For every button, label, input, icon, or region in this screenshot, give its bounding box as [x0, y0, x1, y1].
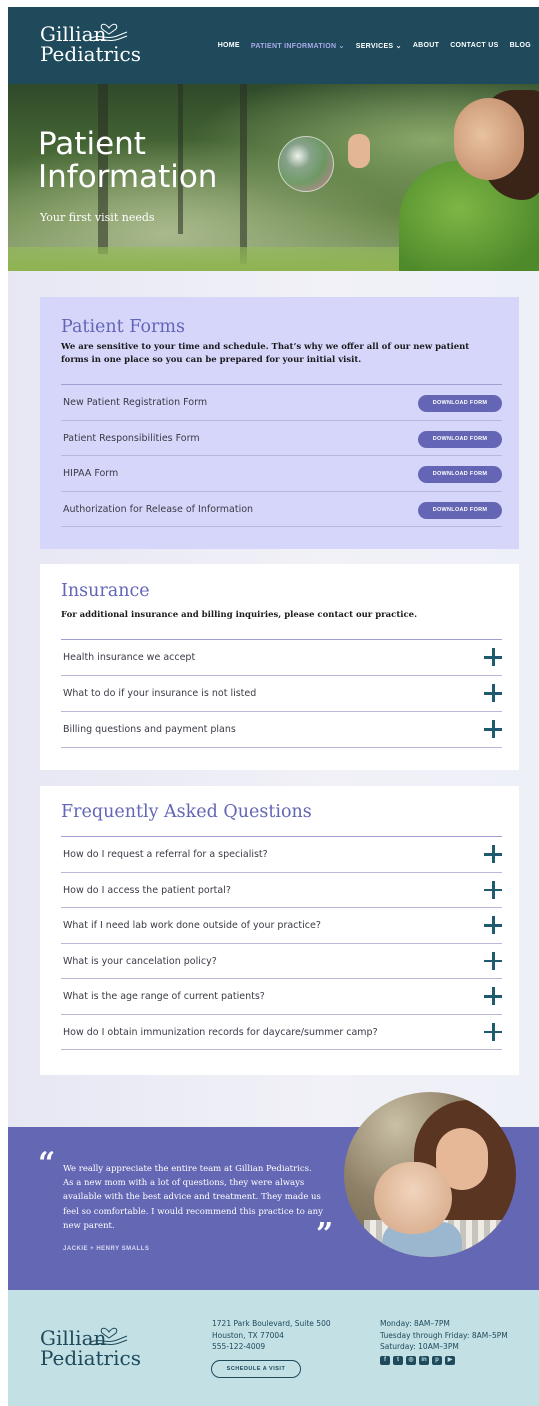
- insurance-accordion: Health insurance we accept What to do if…: [61, 639, 502, 748]
- download-form-button[interactable]: DOWNLOAD FORM: [418, 430, 502, 448]
- hours-line2: Tuesday through Friday: 8AM–5PM: [380, 1330, 508, 1340]
- heart-hand-icon: [90, 23, 128, 42]
- address-line1: 1721 Park Boulevard, Suite 500: [212, 1319, 331, 1328]
- instagram-icon[interactable]: ◎: [406, 1356, 416, 1365]
- nav-about[interactable]: ABOUT: [413, 42, 439, 50]
- testimonial-photo: [344, 1092, 516, 1257]
- page-subtitle: Your first visit needs: [40, 211, 155, 224]
- hero-photo-tree: [240, 84, 247, 264]
- close-quote-icon: ”: [316, 1217, 334, 1252]
- site-logo[interactable]: Gillian Pediatrics: [40, 23, 141, 66]
- accordion-label: How do I obtain immunization records for…: [63, 1026, 378, 1038]
- schedule-visit-button[interactable]: SCHEDULE A VISIT: [211, 1360, 301, 1378]
- page-title-line1: Patient: [38, 126, 146, 162]
- expand-plus-icon[interactable]: [484, 916, 502, 934]
- nav-blog[interactable]: BLOG: [510, 42, 531, 50]
- faq-section: Frequently Asked Questions How do I requ…: [40, 786, 519, 1075]
- hero-photo-face: [454, 98, 524, 180]
- nav-contact-us[interactable]: CONTACT US: [450, 42, 498, 50]
- accordion-label: What is your cancelation policy?: [63, 955, 217, 967]
- accordion-label: What is the age range of current patient…: [63, 991, 265, 1002]
- form-name: HIPAA Form: [63, 468, 119, 479]
- facebook-icon[interactable]: f: [380, 1356, 390, 1365]
- form-name: Patient Responsibilities Form: [63, 432, 200, 444]
- faq-accordion: How do I request a referral for a specia…: [61, 836, 502, 1050]
- accordion-label: Billing questions and payment plans: [63, 724, 236, 735]
- logo-line2: Pediatrics: [40, 42, 141, 66]
- testimonial-author: JACKIE + HENRY SMALLS: [63, 1246, 150, 1252]
- form-row: HIPAA Form DOWNLOAD FORM: [61, 456, 502, 492]
- download-form-button[interactable]: DOWNLOAD FORM: [418, 395, 502, 412]
- twitter-icon[interactable]: t: [393, 1356, 403, 1365]
- expand-plus-icon[interactable]: [484, 845, 502, 863]
- testimonial-quote: We really appreciate the entire team at …: [63, 1164, 323, 1231]
- phone-number[interactable]: 555-122-4009: [212, 1341, 331, 1353]
- expand-plus-icon[interactable]: [484, 684, 502, 702]
- expand-plus-icon[interactable]: [484, 648, 502, 666]
- photo-baby: [374, 1162, 452, 1234]
- social-links: f t ◎ in p ▶: [380, 1356, 455, 1365]
- form-row: New Patient Registration Form DOWNLOAD F…: [61, 385, 502, 421]
- accordion-item[interactable]: Billing questions and payment plans: [61, 712, 502, 748]
- expand-plus-icon[interactable]: [484, 951, 502, 970]
- nav-home[interactable]: HOME: [218, 42, 240, 50]
- nav-patient-information[interactable]: PATIENT INFORMATION ⌄: [251, 42, 345, 50]
- nav-services[interactable]: SERVICES ⌄: [356, 42, 402, 50]
- section-intro: For additional insurance and billing inq…: [61, 610, 418, 620]
- soap-bubble: [278, 136, 334, 192]
- form-row: Authorization for Release of Information…: [61, 492, 502, 527]
- heart-hand-icon: [90, 1327, 128, 1346]
- section-title: Patient Forms: [61, 317, 185, 337]
- accordion-item[interactable]: What is your cancelation policy?: [61, 944, 502, 979]
- hero-photo-hand: [348, 134, 370, 168]
- download-form-button[interactable]: DOWNLOAD FORM: [418, 466, 502, 483]
- footer-logo[interactable]: Gillian Pediatrics: [40, 1327, 141, 1370]
- open-quote-icon: “: [38, 1146, 56, 1181]
- hero-banner: Patient Information Your first visit nee…: [8, 84, 539, 271]
- hours-line1: Monday: 8AM–7PM: [380, 1319, 450, 1328]
- accordion-item[interactable]: How do I request a referral for a specia…: [61, 837, 502, 873]
- form-row: Patient Responsibilities Form DOWNLOAD F…: [61, 421, 502, 456]
- expand-plus-icon[interactable]: [484, 987, 502, 1005]
- accordion-item[interactable]: What is the age range of current patient…: [61, 979, 502, 1015]
- form-name: New Patient Registration Form: [63, 397, 208, 408]
- accordion-label: What to do if your insurance is not list…: [63, 688, 257, 699]
- section-intro: We are sensitive to your time and schedu…: [61, 342, 470, 365]
- accordion-label: Health insurance we accept: [63, 652, 196, 663]
- hours-line3: Saturday: 10AM–3PM: [380, 1342, 459, 1351]
- page-title: Patient Information: [38, 128, 217, 194]
- site-header: Gillian Pediatrics HOME PATIENT INFORMAT…: [8, 7, 539, 84]
- accordion-item[interactable]: How do I obtain immunization records for…: [61, 1015, 502, 1050]
- accordion-label: What if I need lab work done outside of …: [63, 920, 321, 931]
- logo-line2: Pediatrics: [40, 1346, 141, 1370]
- accordion-item[interactable]: Health insurance we accept: [61, 640, 502, 676]
- page: Gillian Pediatrics HOME PATIENT INFORMAT…: [8, 7, 539, 1406]
- patient-forms-section: Patient Forms We are sensitive to your t…: [40, 297, 519, 549]
- section-title: Frequently Asked Questions: [61, 802, 312, 822]
- main-nav: HOME PATIENT INFORMATION ⌄ SERVICES ⌄ AB…: [218, 42, 531, 50]
- accordion-label: How do I access the patient portal?: [63, 884, 231, 896]
- linkedin-icon[interactable]: in: [419, 1356, 429, 1365]
- expand-plus-icon[interactable]: [484, 1022, 502, 1041]
- accordion-item[interactable]: What to do if your insurance is not list…: [61, 676, 502, 712]
- site-footer: Gillian Pediatrics 1721 Park Boulevard, …: [8, 1290, 539, 1406]
- accordion-label: How do I request a referral for a specia…: [63, 849, 268, 860]
- footer-hours: Monday: 8AM–7PM Tuesday through Friday: …: [380, 1318, 508, 1353]
- section-title: Insurance: [61, 581, 150, 601]
- footer-address: 1721 Park Boulevard, Suite 500 Houston, …: [212, 1318, 331, 1353]
- page-title-line2: Information: [38, 159, 218, 195]
- accordion-item[interactable]: What if I need lab work done outside of …: [61, 908, 502, 944]
- insurance-section: Insurance For additional insurance and b…: [40, 564, 519, 770]
- accordion-item[interactable]: How do I access the patient portal?: [61, 873, 502, 908]
- form-name: Authorization for Release of Information: [63, 503, 254, 515]
- download-form-button[interactable]: DOWNLOAD FORM: [418, 501, 502, 519]
- youtube-icon[interactable]: ▶: [445, 1356, 455, 1365]
- expand-plus-icon[interactable]: [484, 720, 502, 738]
- address-line2: Houston, TX 77004: [212, 1330, 284, 1340]
- expand-plus-icon[interactable]: [484, 880, 502, 899]
- forms-list: New Patient Registration Form DOWNLOAD F…: [61, 384, 502, 527]
- pinterest-icon[interactable]: p: [432, 1356, 442, 1365]
